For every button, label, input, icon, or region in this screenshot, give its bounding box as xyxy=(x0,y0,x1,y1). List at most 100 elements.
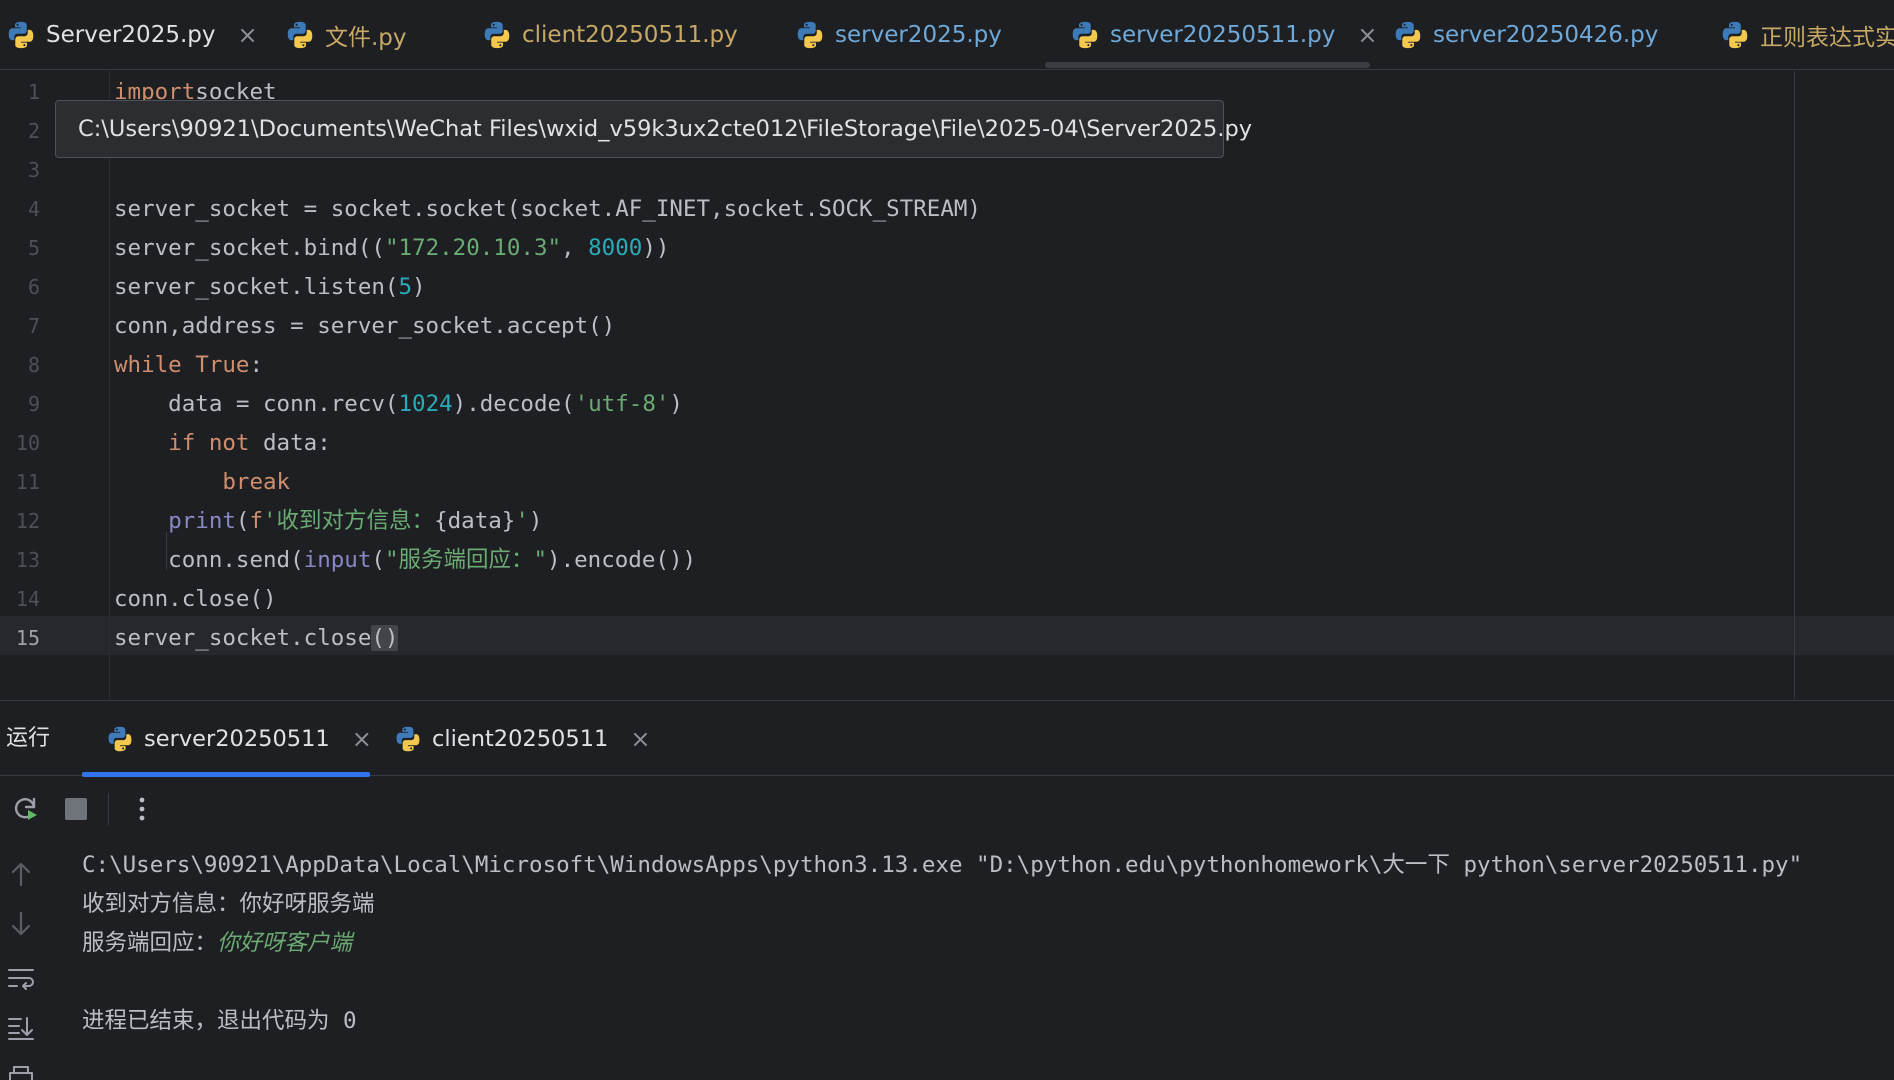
run-tool-window: 运行 server20250511 × client20250511 × C:\… xyxy=(0,700,1894,1080)
code-token: server_socket.close xyxy=(114,625,372,651)
code-line: if not data: xyxy=(114,424,331,463)
run-tab-client[interactable]: client20250511 × xyxy=(394,701,650,776)
code-token: server_socket.listen( xyxy=(114,274,399,300)
code-token: , xyxy=(561,235,589,261)
code-line: while True: xyxy=(114,346,263,385)
line-number: 2 xyxy=(27,119,40,143)
stop-icon[interactable] xyxy=(58,791,94,827)
code-line: server_socket.bind(("172.20.10.3", 8000)… xyxy=(114,229,669,268)
rerun-icon[interactable] xyxy=(8,791,44,827)
close-icon[interactable]: × xyxy=(237,21,257,49)
line-number: 3 xyxy=(27,158,40,182)
editor-tab[interactable]: client20250511.py xyxy=(482,0,738,69)
editor-tab[interactable]: 文件.py xyxy=(285,0,407,69)
python-file-icon xyxy=(797,21,823,49)
run-tab-label: server20250511 xyxy=(144,725,330,752)
python-file-icon xyxy=(1395,21,1421,49)
code-line: server_socket.close() xyxy=(114,619,399,658)
console-side-toolbar xyxy=(0,849,44,1080)
code-token: {data} xyxy=(434,508,516,534)
code-token: ' xyxy=(515,508,529,534)
code-token: break xyxy=(222,469,291,495)
code-token: conn.send( xyxy=(114,547,304,573)
console-line: 进程已结束，退出代码为 0 xyxy=(82,1008,357,1034)
code-token: ( xyxy=(235,508,250,534)
code-token: 8000 xyxy=(588,235,643,261)
line-number: 7 xyxy=(27,314,40,338)
code-line: server_socket = socket.socket(socket.AF_… xyxy=(114,190,981,229)
gutter-divider xyxy=(109,71,110,699)
code-token: server_socket.bind(( xyxy=(114,235,385,261)
right-margin-guide xyxy=(1794,71,1795,699)
editor-tab[interactable]: server20250511.py × xyxy=(1070,0,1378,69)
code-line: print(f'收到对方信息：{data}') xyxy=(114,502,542,541)
run-tab-server[interactable]: server20250511 × xyxy=(106,701,372,776)
code-token: ) xyxy=(528,508,543,534)
code-token: ) xyxy=(669,391,683,417)
close-icon[interactable]: × xyxy=(630,725,650,753)
line-number: 6 xyxy=(27,275,40,299)
console-line: 服务端回应：你好呀客户端 xyxy=(82,924,352,963)
code-token: 1024 xyxy=(398,391,453,417)
code-token: f xyxy=(249,508,264,534)
tooltip-path: C:\Users\90921\Documents\WeChat Files\wx… xyxy=(78,116,1253,142)
code-token: if xyxy=(168,430,196,456)
line-number: 8 xyxy=(27,353,40,377)
code-token: data = conn.recv( xyxy=(114,391,399,417)
soft-wrap-icon[interactable] xyxy=(4,961,38,995)
editor-tab[interactable]: Server2025.py × xyxy=(6,0,258,69)
code-token: print xyxy=(168,508,236,534)
run-panel-title: 运行 xyxy=(6,726,51,751)
arrow-down-icon[interactable] xyxy=(4,907,38,941)
close-icon[interactable]: × xyxy=(352,725,372,753)
code-token: 'utf-8' xyxy=(574,391,670,417)
run-tab-label: client20250511 xyxy=(432,725,609,752)
python-file-icon xyxy=(396,726,420,751)
line-number: 14 xyxy=(15,587,40,611)
tab-label: server20250511.py xyxy=(1110,22,1336,48)
code-token: "服务端回应：" xyxy=(384,547,548,573)
code-token: not xyxy=(208,430,250,456)
code-line: conn.send(input("服务端回应：").encode()) xyxy=(114,541,696,580)
print-icon[interactable] xyxy=(4,1059,38,1080)
code-editor[interactable]: 1 2 3 4 5 6 7 8 9 10 11 12 13 14 15 importsocket server… xyxy=(0,71,1894,699)
line-number: 4 xyxy=(27,197,40,221)
tab-label: 文件.py xyxy=(325,25,407,51)
code-token: )) xyxy=(642,235,670,261)
line-number: 12 xyxy=(15,509,40,533)
run-toolbar xyxy=(0,777,1894,841)
more-options-icon[interactable] xyxy=(124,791,160,827)
code-token: '收到对方信息： xyxy=(263,508,435,534)
code-token: input xyxy=(303,547,372,573)
python-file-icon xyxy=(8,21,34,49)
code-token: ).decode( xyxy=(452,391,575,417)
arrow-up-icon[interactable] xyxy=(4,857,38,891)
tab-label: server20250426.py xyxy=(1433,22,1659,48)
code-line: break xyxy=(114,463,290,502)
code-token: ( xyxy=(371,547,385,573)
close-icon[interactable]: × xyxy=(1357,21,1377,49)
line-number: 10 xyxy=(15,431,40,455)
python-file-icon xyxy=(1072,21,1098,49)
console-user-input: 你好呀客户端 xyxy=(217,930,353,956)
scroll-to-end-icon[interactable] xyxy=(4,1011,38,1045)
python-file-icon xyxy=(1722,21,1748,49)
editor-tab-bar: Server2025.py × 文件.py client20250511.py serv… xyxy=(0,0,1894,70)
editor-tab[interactable]: server2025.py xyxy=(795,0,1002,69)
code-token: : xyxy=(249,352,264,378)
file-path-tooltip: C:\Users\90921\Documents\WeChat Files\wx… xyxy=(55,100,1252,158)
code-token: while xyxy=(114,352,182,378)
line-number: 5 xyxy=(27,236,40,260)
console-line: 收到对方信息：你好呀服务端 xyxy=(82,891,375,917)
code-token: conn.close() xyxy=(114,586,277,612)
editor-tab[interactable]: 正则表达式实 xyxy=(1720,0,1894,69)
code-token: 5 xyxy=(398,274,413,300)
editor-tab[interactable]: server20250426.py xyxy=(1393,0,1659,69)
line-number: 1 xyxy=(27,80,40,104)
line-number: 13 xyxy=(15,548,40,572)
